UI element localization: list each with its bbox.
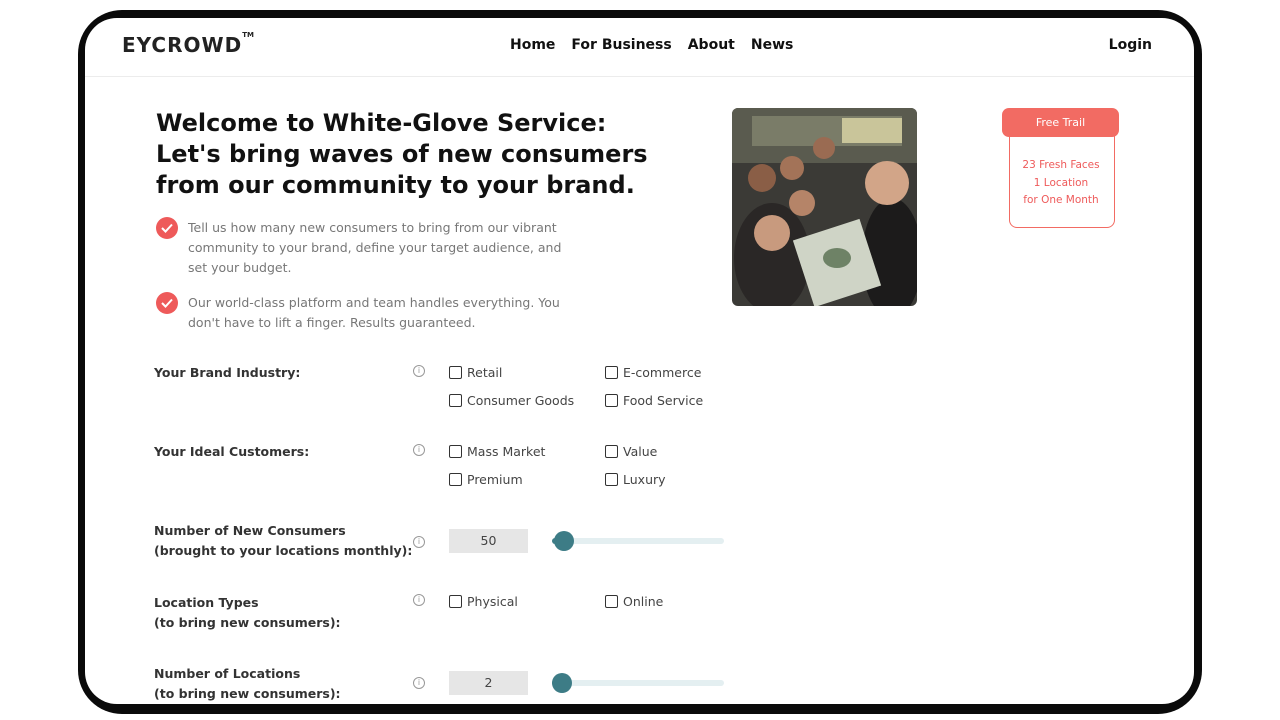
logo[interactable]: EYCROWDTM xyxy=(122,31,254,57)
logo-text: EYCROWD xyxy=(122,33,243,57)
feature-bullet: Tell us how many new consumers to bring … xyxy=(156,217,576,278)
main-nav: Home For Business About News xyxy=(510,37,793,53)
checkbox-box[interactable] xyxy=(605,394,618,407)
checkbox-label: Food Service xyxy=(623,393,704,408)
nav-news[interactable]: News xyxy=(751,37,793,53)
app-screen: EYCROWDTM Home For Business About News L… xyxy=(85,18,1194,704)
locations-label-line: Number of Locations xyxy=(154,666,301,681)
consumers-label: Number of New Consumers (brought to your… xyxy=(154,521,412,561)
checkbox-label: Online xyxy=(623,594,664,609)
checkbox-label: Consumer Goods xyxy=(467,393,575,408)
top-header: EYCROWDTM Home For Business About News L… xyxy=(85,18,1194,77)
login-link[interactable]: Login xyxy=(1109,37,1152,53)
free-trial-button[interactable]: Free Trail xyxy=(1002,108,1119,137)
check-circle-icon xyxy=(156,217,178,239)
customers-label: Your Ideal Customers: xyxy=(154,444,310,459)
checkbox-label: Retail xyxy=(467,365,503,380)
info-icon[interactable]: i xyxy=(413,444,425,456)
trial-line: for One Month xyxy=(1023,194,1099,206)
checkbox-box[interactable] xyxy=(449,595,462,608)
checkbox-box[interactable] xyxy=(449,394,462,407)
slider-thumb[interactable] xyxy=(552,673,573,693)
feature-bullet: Our world-class platform and team handle… xyxy=(156,292,576,333)
info-icon[interactable]: i xyxy=(413,594,425,606)
checkbox-mass-market[interactable]: Mass Market xyxy=(449,444,545,459)
locations-label: Number of Locations (to bring new consum… xyxy=(154,664,341,704)
checkbox-box[interactable] xyxy=(605,445,618,458)
location-types-label-line: Location Types xyxy=(154,595,259,610)
checkbox-box[interactable] xyxy=(605,366,618,379)
checkbox-box[interactable] xyxy=(449,366,462,379)
checkbox-label: Premium xyxy=(467,472,523,487)
checkbox-ecommerce[interactable]: E-commerce xyxy=(605,365,701,380)
bullet-text: Tell us how many new consumers to bring … xyxy=(188,220,562,275)
checkbox-consumer-goods[interactable]: Consumer Goods xyxy=(449,393,574,408)
checkbox-luxury[interactable]: Luxury xyxy=(605,472,666,487)
consumers-slider[interactable] xyxy=(552,531,724,551)
checkbox-label: Physical xyxy=(467,594,518,609)
group-photo xyxy=(732,108,917,306)
consumers-value-field[interactable]: 50 xyxy=(449,529,528,553)
locations-value-field[interactable]: 2 xyxy=(449,671,528,695)
trademark-mark: TM xyxy=(242,31,254,39)
checkbox-box[interactable] xyxy=(605,473,618,486)
checkbox-food-service[interactable]: Food Service xyxy=(605,393,703,408)
locations-slider[interactable] xyxy=(552,673,724,693)
info-icon[interactable]: i xyxy=(413,677,425,689)
locations-label-line: (to bring new consumers): xyxy=(154,686,341,701)
checkbox-online[interactable]: Online xyxy=(605,594,663,609)
location-types-label-line: (to bring new consumers): xyxy=(154,615,341,630)
checkbox-label: Value xyxy=(623,444,658,459)
location-types-label: Location Types (to bring new consumers): xyxy=(154,593,341,633)
nav-for-business[interactable]: For Business xyxy=(571,37,671,53)
info-icon[interactable]: i xyxy=(413,536,425,548)
check-circle-icon xyxy=(156,292,178,314)
trial-line: 23 Fresh Faces xyxy=(1022,159,1100,171)
checkbox-physical[interactable]: Physical xyxy=(449,594,518,609)
checkbox-label: Mass Market xyxy=(467,444,546,459)
trial-details: 23 Fresh Faces 1 Location for One Month xyxy=(1009,157,1113,210)
checkbox-box[interactable] xyxy=(449,445,462,458)
info-icon[interactable]: i xyxy=(413,365,425,377)
nav-about[interactable]: About xyxy=(688,37,735,53)
checkbox-label: E-commerce xyxy=(623,365,702,380)
checkbox-box[interactable] xyxy=(449,473,462,486)
slider-thumb[interactable] xyxy=(554,531,575,551)
checkbox-value[interactable]: Value xyxy=(605,444,657,459)
checkbox-label: Luxury xyxy=(623,472,666,487)
industry-label: Your Brand Industry: xyxy=(154,365,301,380)
consumers-label-line: Number of New Consumers xyxy=(154,523,346,538)
trial-line: 1 Location xyxy=(1033,176,1089,189)
checkbox-retail[interactable]: Retail xyxy=(449,365,502,380)
checkbox-box[interactable] xyxy=(605,595,618,608)
bullet-text: Our world-class platform and team handle… xyxy=(188,295,560,330)
checkbox-premium[interactable]: Premium xyxy=(449,472,523,487)
page-title: Welcome to White-Glove Service: Let's br… xyxy=(156,109,648,199)
nav-home[interactable]: Home xyxy=(510,37,555,53)
consumers-label-line: (brought to your locations monthly): xyxy=(154,543,413,558)
